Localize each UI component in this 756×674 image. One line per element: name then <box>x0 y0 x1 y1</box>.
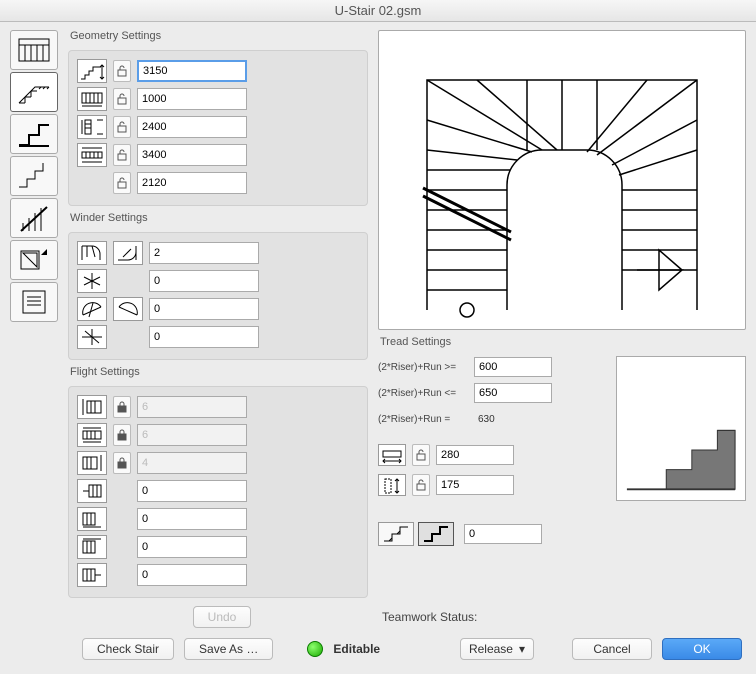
geom-length1-icon <box>77 115 107 139</box>
winder-settings-group <box>68 232 368 360</box>
status-indicator-icon <box>307 641 323 657</box>
sidebar-tab-listing[interactable] <box>10 282 58 322</box>
lock-closed-icon[interactable] <box>113 452 131 474</box>
flight-middle-input <box>137 424 247 446</box>
geom-length2-input[interactable] <box>137 144 247 166</box>
winder-offset1-input[interactable] <box>149 270 259 292</box>
sidebar-tab-symbol[interactable] <box>10 240 58 280</box>
flight-ext2-icon <box>77 507 107 531</box>
flight-upper-icon <box>77 451 107 475</box>
winder-offset3-input[interactable] <box>149 326 259 348</box>
ok-button[interactable]: OK <box>662 638 742 660</box>
cancel-button[interactable]: Cancel <box>572 638 652 660</box>
save-as-button[interactable]: Save As … <box>184 638 273 660</box>
lock-icon[interactable] <box>113 144 131 166</box>
tread-le-input[interactable] <box>474 383 552 403</box>
tread-run-icon <box>378 444 406 466</box>
geom-extra-input[interactable] <box>137 172 247 194</box>
geometry-settings-group <box>68 50 368 206</box>
winder-offset4-icon <box>77 325 107 349</box>
lock-icon[interactable] <box>113 60 131 82</box>
sidebar <box>10 30 58 598</box>
tread-settings-label: Tread Settings <box>378 336 746 348</box>
lock-icon[interactable] <box>412 474 430 496</box>
geom-width-input[interactable] <box>137 88 247 110</box>
flight-lower-icon <box>77 395 107 419</box>
release-dropdown[interactable]: Release ▾ <box>460 638 534 660</box>
tread-eq-value: 630 <box>474 414 552 425</box>
nosing-value-input[interactable] <box>464 524 542 544</box>
flight-ext1-icon <box>77 479 107 503</box>
geom-length1-input[interactable] <box>137 116 247 138</box>
release-dropdown-label: Release <box>469 642 513 656</box>
flight-ext2-input[interactable] <box>137 508 247 530</box>
flight-ext1-input[interactable] <box>137 480 247 502</box>
sidebar-tab-plan[interactable] <box>10 30 58 70</box>
lock-icon[interactable] <box>113 116 131 138</box>
flight-settings-label: Flight Settings <box>68 366 368 378</box>
flight-ext4-icon <box>77 563 107 587</box>
geom-height-input[interactable] <box>137 60 247 82</box>
sidebar-tab-railing[interactable] <box>10 198 58 238</box>
lock-closed-icon[interactable] <box>113 396 131 418</box>
flight-upper-input <box>137 452 247 474</box>
status-text: Editable <box>333 642 380 656</box>
winder-offset3-icon <box>113 297 143 321</box>
flight-ext3-input[interactable] <box>137 536 247 558</box>
chevron-down-icon: ▾ <box>519 642 525 656</box>
stair-section-preview <box>616 356 746 501</box>
winder-offset2-input[interactable] <box>149 298 259 320</box>
stair-plan-preview <box>378 30 746 330</box>
tread-eq-label: (2*Riser)+Run = <box>378 414 468 425</box>
sidebar-tab-tread[interactable] <box>10 156 58 196</box>
nosing-style-b-button[interactable] <box>418 522 454 546</box>
window-title: U-Stair 02.gsm <box>0 0 756 22</box>
flight-ext3-icon <box>77 535 107 559</box>
geometry-settings-label: Geometry Settings <box>68 30 368 42</box>
tread-run-input[interactable] <box>436 445 514 465</box>
winder-count-input[interactable] <box>149 242 259 264</box>
lock-icon[interactable] <box>412 444 430 466</box>
flight-lower-input <box>137 396 247 418</box>
tread-rise-icon <box>378 474 406 496</box>
tread-le-label: (2*Riser)+Run <= <box>378 388 468 399</box>
tread-ge-input[interactable] <box>474 357 552 377</box>
winder-type2-icon <box>113 241 143 265</box>
flight-ext4-input[interactable] <box>137 564 247 586</box>
winder-offset1-icon <box>77 269 107 293</box>
winder-settings-label: Winder Settings <box>68 212 368 224</box>
lock-icon[interactable] <box>113 88 131 110</box>
winder-offset2-icon <box>77 297 107 321</box>
nosing-style-a-button[interactable] <box>378 522 414 546</box>
check-stair-button[interactable]: Check Stair <box>82 638 174 660</box>
lock-icon[interactable] <box>113 172 131 194</box>
tread-ge-label: (2*Riser)+Run >= <box>378 362 468 373</box>
teamwork-status-label: Teamwork Status: <box>382 610 477 624</box>
geom-width-icon <box>77 87 107 111</box>
flight-middle-icon <box>77 423 107 447</box>
sidebar-tab-structure[interactable] <box>10 114 58 154</box>
undo-button[interactable]: Undo <box>193 606 252 628</box>
tread-rise-input[interactable] <box>436 475 514 495</box>
lock-closed-icon[interactable] <box>113 424 131 446</box>
sidebar-tab-geometry[interactable] <box>10 72 58 112</box>
geom-length2-icon <box>77 143 107 167</box>
geom-height-icon <box>77 59 107 83</box>
flight-settings-group <box>68 386 368 598</box>
winder-type1-icon <box>77 241 107 265</box>
